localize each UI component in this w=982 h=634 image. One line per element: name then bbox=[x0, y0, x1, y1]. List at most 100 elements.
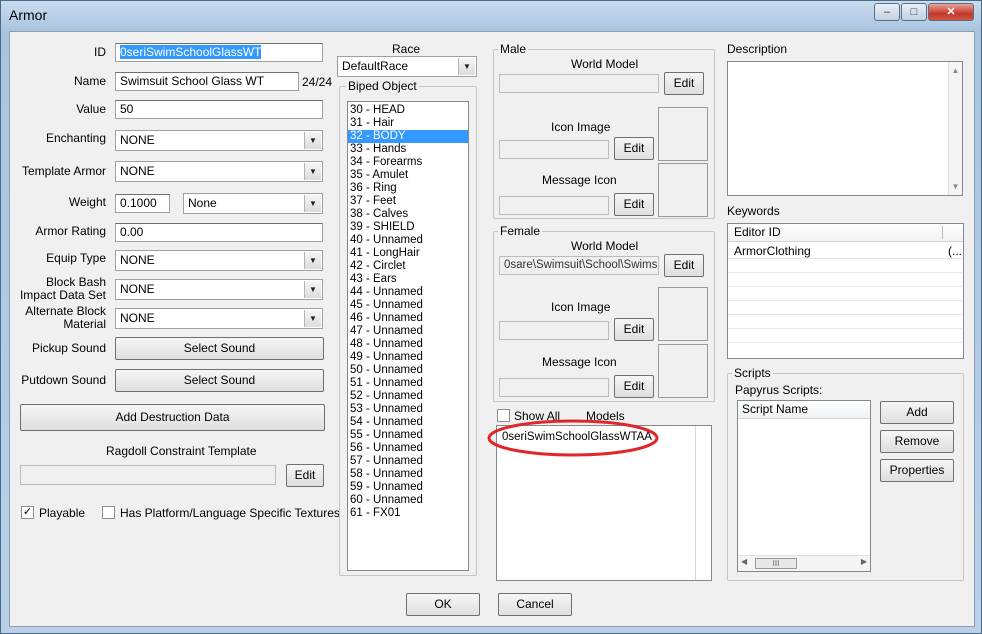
biped-list-item[interactable]: 61 - FX01 bbox=[348, 507, 468, 520]
template-armor-value: NONE bbox=[120, 164, 155, 178]
male-world-model-label: World Model bbox=[571, 57, 639, 71]
biped-list-item[interactable]: 30 - HEAD bbox=[348, 104, 468, 117]
maximize-button[interactable]: □ bbox=[901, 3, 927, 21]
female-message-icon-edit-button[interactable]: Edit bbox=[614, 375, 654, 398]
male-icon-image-preview bbox=[658, 107, 708, 161]
minimize-button[interactable]: – bbox=[874, 3, 900, 21]
biped-list-item[interactable]: 51 - Unnamed bbox=[348, 377, 468, 390]
chevron-down-icon: ▼ bbox=[304, 310, 321, 327]
biped-list-item[interactable]: 57 - Unnamed bbox=[348, 455, 468, 468]
putdown-sound-button[interactable]: Select Sound bbox=[115, 369, 324, 392]
name-field[interactable]: Swimsuit School Glass WT bbox=[115, 72, 299, 91]
close-button[interactable]: ✕ bbox=[928, 3, 974, 21]
scripts-title: Scripts bbox=[732, 366, 773, 380]
male-world-model-edit-button[interactable]: Edit bbox=[664, 72, 704, 95]
alt-block-select[interactable]: NONE ▼ bbox=[115, 308, 323, 329]
biped-list-item[interactable]: 50 - Unnamed bbox=[348, 364, 468, 377]
biped-list-item[interactable]: 49 - Unnamed bbox=[348, 351, 468, 364]
female-world-model-edit-button[interactable]: Edit bbox=[664, 254, 704, 277]
playable-checkbox[interactable]: ✓ bbox=[21, 506, 34, 519]
biped-list-item[interactable]: 58 - Unnamed bbox=[348, 468, 468, 481]
value-field[interactable]: 50 bbox=[115, 100, 323, 119]
biped-list-item[interactable]: 52 - Unnamed bbox=[348, 390, 468, 403]
platform-textures-checkbox[interactable] bbox=[102, 506, 115, 519]
scripts-horizontal-scrollbar[interactable]: ◀ III ▶ bbox=[738, 555, 870, 571]
biped-list-item[interactable]: 36 - Ring bbox=[348, 182, 468, 195]
weight-field[interactable]: 0.1000 bbox=[115, 194, 170, 213]
column-separator bbox=[942, 226, 943, 239]
id-field[interactable]: 0seriSwimSchoolGlassWT bbox=[115, 43, 323, 62]
description-textarea[interactable]: ▲ ▼ bbox=[727, 61, 963, 196]
ragdoll-label: Ragdoll Constraint Template bbox=[106, 444, 257, 458]
keywords-header[interactable]: Editor ID bbox=[728, 224, 963, 242]
weight-type-select[interactable]: None ▼ bbox=[183, 193, 323, 214]
ok-button[interactable]: OK bbox=[406, 593, 480, 616]
dialog-body: ID 0seriSwimSchoolGlassWT Name Swimsuit … bbox=[9, 31, 975, 627]
pickup-sound-button[interactable]: Select Sound bbox=[115, 337, 324, 360]
properties-button[interactable]: Properties bbox=[880, 459, 954, 482]
biped-list-item[interactable]: 54 - Unnamed bbox=[348, 416, 468, 429]
block-bash-label-line1: Block Bash bbox=[45, 275, 106, 289]
close-icon: ✕ bbox=[946, 6, 956, 18]
biped-list-item[interactable]: 34 - Forearms bbox=[348, 156, 468, 169]
biped-list-item[interactable]: 35 - Amulet bbox=[348, 169, 468, 182]
biped-list-item[interactable]: 56 - Unnamed bbox=[348, 442, 468, 455]
biped-list-item[interactable]: 60 - Unnamed bbox=[348, 494, 468, 507]
biped-object-label: Biped Object bbox=[346, 79, 419, 93]
add-script-button[interactable]: Add bbox=[880, 401, 954, 424]
block-bash-select[interactable]: NONE ▼ bbox=[115, 279, 323, 300]
papyrus-scripts-label: Papyrus Scripts: bbox=[735, 383, 823, 397]
remove-script-button[interactable]: Remove bbox=[880, 430, 954, 453]
scripts-list[interactable]: Script Name ◀ III ▶ bbox=[737, 400, 871, 572]
description-scrollbar[interactable]: ▲ ▼ bbox=[948, 62, 962, 195]
equip-type-value: NONE bbox=[120, 253, 155, 267]
biped-list-item[interactable]: 46 - Unnamed bbox=[348, 312, 468, 325]
biped-list-item[interactable]: 32 - BODY bbox=[348, 130, 468, 143]
race-select[interactable]: DefaultRace ▼ bbox=[337, 56, 477, 77]
equip-type-select[interactable]: NONE ▼ bbox=[115, 250, 323, 271]
grid-line bbox=[728, 300, 963, 301]
cancel-button[interactable]: Cancel bbox=[498, 593, 572, 616]
biped-list-item[interactable]: 37 - Feet bbox=[348, 195, 468, 208]
biped-list-item[interactable]: 47 - Unnamed bbox=[348, 325, 468, 338]
armor-rating-field[interactable]: 0.00 bbox=[115, 223, 323, 242]
template-armor-label: Template Armor bbox=[21, 164, 106, 178]
scripts-header[interactable]: Script Name bbox=[738, 401, 870, 419]
id-label: ID bbox=[94, 45, 106, 59]
male-message-icon-edit-button[interactable]: Edit bbox=[614, 193, 654, 216]
biped-list-item[interactable]: 45 - Unnamed bbox=[348, 299, 468, 312]
enchanting-select[interactable]: NONE ▼ bbox=[115, 130, 323, 151]
male-message-icon-preview bbox=[658, 163, 708, 217]
biped-list-item[interactable]: 42 - Circlet bbox=[348, 260, 468, 273]
biped-object-list[interactable]: 30 - HEAD 31 - Hair 32 - BODY 33 - Hands 34 … bbox=[347, 101, 469, 571]
id-value: 0seriSwimSchoolGlassWT bbox=[120, 45, 262, 59]
keywords-list[interactable]: Editor ID ArmorClothing (... bbox=[727, 223, 964, 359]
female-icon-image-label: Icon Image bbox=[551, 300, 611, 314]
biped-list-item[interactable]: 55 - Unnamed bbox=[348, 429, 468, 442]
keyword-row-id[interactable]: ArmorClothing bbox=[734, 244, 811, 258]
female-message-icon-field bbox=[499, 378, 609, 397]
biped-list-item[interactable]: 40 - Unnamed bbox=[348, 234, 468, 247]
armor-window: Armor – □ ✕ ID 0seriSwimSchoolGlassWT Na… bbox=[0, 0, 982, 634]
scroll-left-icon: ◀ bbox=[741, 557, 748, 566]
title-bar: Armor – □ ✕ bbox=[1, 1, 981, 31]
biped-list-item[interactable]: 31 - Hair bbox=[348, 117, 468, 130]
biped-list-item[interactable]: 44 - Unnamed bbox=[348, 286, 468, 299]
female-icon-image-edit-button[interactable]: Edit bbox=[614, 318, 654, 341]
male-icon-image-edit-button[interactable]: Edit bbox=[614, 137, 654, 160]
biped-list-item[interactable]: 33 - Hands bbox=[348, 143, 468, 156]
biped-list-item[interactable]: 38 - Calves bbox=[348, 208, 468, 221]
chevron-down-icon: ▼ bbox=[458, 58, 475, 75]
biped-list-item[interactable]: 59 - Unnamed bbox=[348, 481, 468, 494]
script-name-column-header[interactable]: Script Name bbox=[742, 401, 808, 418]
biped-list-item[interactable]: 39 - SHIELD bbox=[348, 221, 468, 234]
biped-list-item[interactable]: 41 - LongHair bbox=[348, 247, 468, 260]
ragdoll-edit-button[interactable]: Edit bbox=[286, 464, 324, 487]
scroll-thumb[interactable]: III bbox=[755, 558, 797, 569]
template-armor-select[interactable]: NONE ▼ bbox=[115, 161, 323, 182]
editor-id-column-header[interactable]: Editor ID bbox=[734, 224, 781, 241]
biped-list-item[interactable]: 48 - Unnamed bbox=[348, 338, 468, 351]
add-destruction-button[interactable]: Add Destruction Data bbox=[20, 404, 325, 431]
biped-list-item[interactable]: 43 - Ears bbox=[348, 273, 468, 286]
biped-list-item[interactable]: 53 - Unnamed bbox=[348, 403, 468, 416]
